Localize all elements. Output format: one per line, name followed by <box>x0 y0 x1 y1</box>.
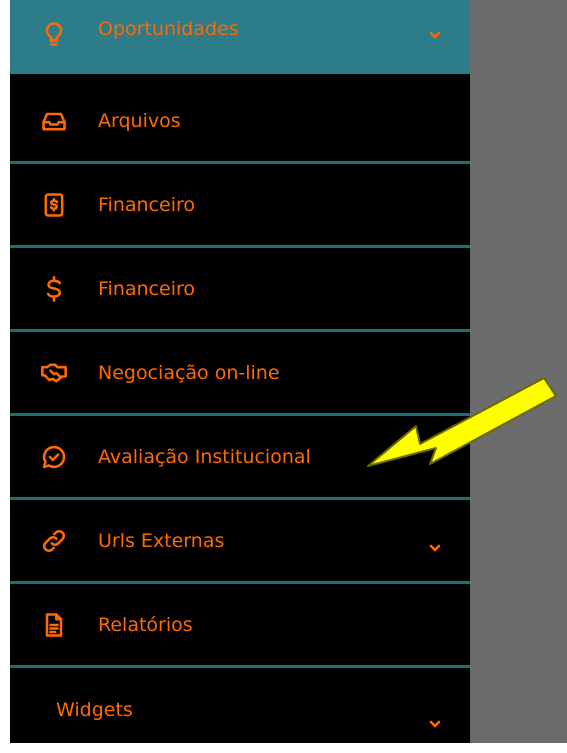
lightbulb-icon <box>36 16 72 52</box>
sidebar-item-label: Widgets <box>56 699 133 721</box>
chat-check-icon <box>36 439 72 475</box>
sidebar-item-label: Oportunidades <box>98 18 239 40</box>
sidebar-item-label: Negociação on-line <box>98 361 280 384</box>
sidebar-item-label: Financeiro <box>98 193 195 216</box>
sidebar-item-oportunidades[interactable]: Oportunidades <box>10 0 470 74</box>
inbox-icon <box>36 103 72 139</box>
chevron-down-icon[interactable] <box>428 540 442 554</box>
chevron-down-icon[interactable] <box>428 27 442 41</box>
sidebar-item-label: Relatórios <box>98 613 193 636</box>
sidebar-item-label: Financeiro <box>98 277 195 300</box>
dollar-file-icon <box>36 187 72 223</box>
link-icon <box>36 523 72 559</box>
document-icon <box>36 607 72 643</box>
dollar-icon <box>36 271 72 307</box>
annotation-arrow <box>367 377 557 467</box>
sidebar-item-label: Urls Externas <box>98 529 225 552</box>
sidebar-item-urls-externas[interactable]: Urls Externas <box>10 500 470 584</box>
sidebar-item-label: Arquivos <box>98 109 181 132</box>
sidebar-item-financeiro-1[interactable]: Financeiro <box>10 164 470 248</box>
sidebar-item-widgets[interactable]: Widgets <box>10 668 470 743</box>
sidebar-item-label: Avaliação Institucional <box>98 445 311 468</box>
sidebar-item-financeiro-2[interactable]: Financeiro <box>10 248 470 332</box>
sidebar-item-relatorios[interactable]: Relatórios <box>10 584 470 668</box>
sidebar-item-arquivos[interactable]: Arquivos <box>10 80 470 164</box>
chevron-down-icon[interactable] <box>428 716 442 730</box>
handshake-icon <box>36 355 72 391</box>
